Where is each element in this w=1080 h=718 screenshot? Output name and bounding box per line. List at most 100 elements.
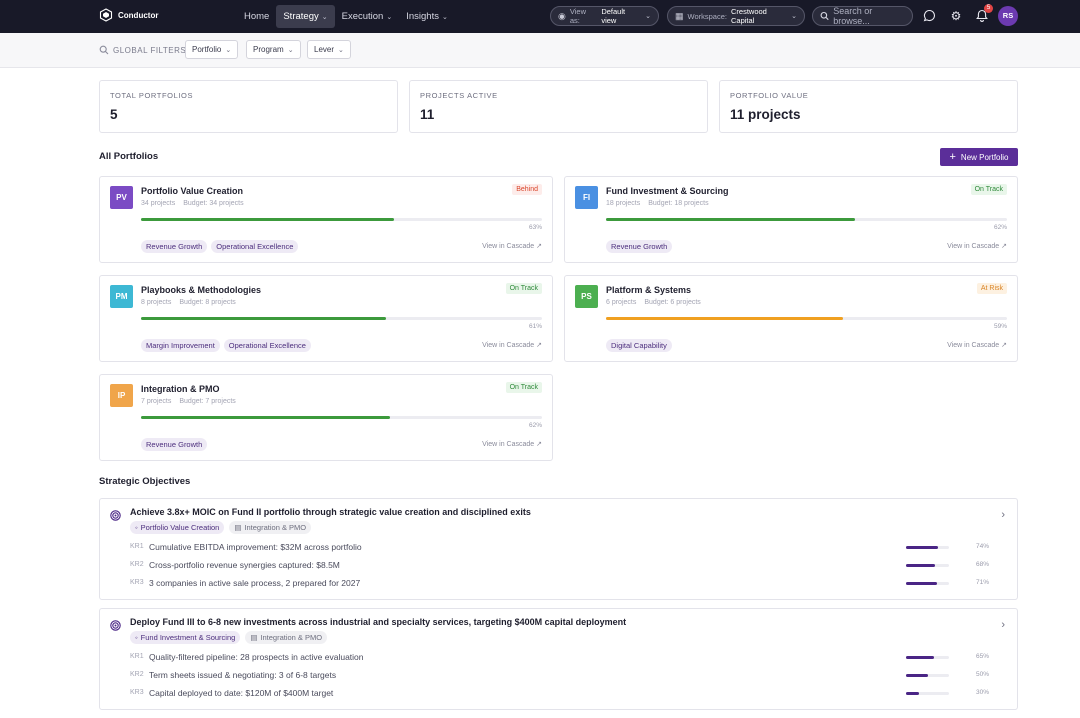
key-result-progress-fill [906,564,936,567]
brand[interactable]: Conductor [99,8,158,22]
workspace-selector[interactable]: ▦ Workspace: Crestwood Capital ⌄ [667,6,805,26]
portfolio-initials-badge: PM [110,285,133,308]
lever-tag[interactable]: Operational Excellence [211,240,299,253]
chevron-down-icon: ⌄ [441,13,448,21]
chevron-right-icon[interactable]: › [1001,619,1005,631]
progress-bar [606,317,1007,320]
workspace-label: Workspace: [687,11,727,21]
search-input[interactable]: Search or browse... [812,6,913,26]
filter-label: Portfolio [192,45,222,54]
view-in-cascade-link[interactable]: View in Cascade ↗ [947,341,1007,349]
progress-bar [141,317,542,320]
lever-tags: Revenue Growth Operational Excellence [141,240,299,253]
view-in-cascade-link[interactable]: View in Cascade ↗ [482,341,542,349]
portfolio-name[interactable]: Fund Investment & Sourcing [606,186,729,196]
lever-tag[interactable]: Revenue Growth [141,438,208,451]
objective-card[interactable]: Deploy Fund III to 6-8 new investments a… [99,608,1018,710]
lever-tag[interactable]: Margin Improvement [141,339,220,352]
filter-program[interactable]: Program ⌄ [246,40,301,59]
stat-label: PORTFOLIO VALUE [730,91,809,100]
portfolio-initials-badge: PS [575,285,598,308]
filter-lever[interactable]: Lever ⌄ [307,40,351,59]
portfolio-name[interactable]: Portfolio Value Creation [141,186,243,196]
chevron-right-icon[interactable]: › [1001,509,1005,521]
nav-execution[interactable]: Execution ⌄ [335,5,400,28]
stat-label: PROJECTS ACTIVE [420,91,498,100]
objective-tag[interactable]: ◦ Fund Investment & Sourcing [130,631,241,644]
user-avatar[interactable]: RS [998,6,1018,26]
portfolio-budget: Budget: 7 projects [179,398,236,405]
objective-tag[interactable]: ▤ Integration & PMO [245,631,328,644]
status-badge: On Track [505,283,542,294]
key-result-id: KR2 [130,561,144,568]
status-badge: At Risk [976,283,1007,294]
objective-title[interactable]: Achieve 3.8x+ MOIC on Fund II portfolio … [130,507,531,517]
view-in-cascade-label: View in Cascade [482,441,535,448]
view-in-cascade-link[interactable]: View in Cascade ↗ [482,440,542,448]
key-result-percent: 74% [976,543,990,550]
progress-percent: 63% [528,224,542,231]
document-icon: ▤ [234,523,242,532]
progress-bar-fill [141,218,394,221]
key-result-text: Quality-filtered pipeline: 28 prospects … [149,652,364,662]
objective-title[interactable]: Deploy Fund III to 6-8 new investments a… [130,617,626,627]
stat-value: 5 [110,107,118,122]
pin-icon: ◦ [135,633,138,642]
key-result-id: KR1 [130,653,144,660]
status-badge: Behind [512,184,542,195]
key-result-text: Cross-portfolio revenue synergies captur… [149,560,340,570]
objective-tag-label: Portfolio Value Creation [140,523,220,532]
portfolio-card[interactable]: PM Playbooks & Methodologies 8 projects Bud… [99,275,553,362]
status-badge: On Track [505,382,542,393]
external-link-icon: ↗ [534,243,542,250]
chat-icon[interactable] [922,9,936,23]
key-result-percent: 50% [976,671,990,678]
portfolio-card[interactable]: PV Portfolio Value Creation 34 projects Bud… [99,176,553,263]
nav-home[interactable]: Home [237,5,276,28]
portfolio-project-count: 18 projects [606,200,641,207]
objective-card[interactable]: Achieve 3.8x+ MOIC on Fund II portfolio … [99,498,1018,600]
key-result-text: Term sheets issued & negotiating: 3 of 6… [149,670,337,680]
objective-tag[interactable]: ◦ Portfolio Value Creation [130,521,225,534]
chevron-down-icon: ⌄ [321,13,328,21]
lever-tag[interactable]: Revenue Growth [141,240,208,253]
key-result-row: KR3 3 companies in active sale process, 2… [130,578,1010,590]
key-result-progress-fill [906,656,934,659]
global-filter-bar: GLOBAL FILTERS Portfolio ⌄ Program ⌄ Lever… [0,33,1080,68]
nav-insights[interactable]: Insights ⌄ [399,5,455,28]
key-result-text: Capital deployed to date: $120M of $400M… [149,688,334,698]
portfolio-card[interactable]: PS Platform & Systems 6 projects Budget: 6 … [564,275,1018,362]
portfolio-project-count: 34 projects [141,200,176,207]
top-nav: Conductor Home Strategy ⌄ Execution ⌄ Insi… [0,0,1080,33]
key-result-id: KR3 [130,689,144,696]
objective-tag[interactable]: ▤ Integration & PMO [229,521,312,534]
lever-tag[interactable]: Operational Excellence [223,339,311,352]
view-in-cascade-link[interactable]: View in Cascade ↗ [947,242,1007,250]
gear-icon[interactable]: ⚙ [949,9,963,23]
portfolio-budget: Budget: 6 projects [644,299,701,306]
progress-bar-fill [606,218,855,221]
lever-tag[interactable]: Revenue Growth [606,240,673,253]
view-as-selector[interactable]: ◉ View as: Default view ⌄ [550,6,659,26]
portfolio-card[interactable]: FI Fund Investment & Sourcing 18 projects B… [564,176,1018,263]
nav-strategy[interactable]: Strategy ⌄ [276,5,335,28]
key-result-row: KR1 Quality-filtered pipeline: 28 prospec… [130,652,1010,664]
key-result-progress-bar [906,656,949,659]
lever-tags: Revenue Growth [606,240,673,253]
progress-bar-fill [141,416,390,419]
portfolio-name[interactable]: Platform & Systems [606,285,691,295]
external-link-icon: ↗ [534,342,542,349]
key-result-progress-bar [906,692,949,695]
external-link-icon: ↗ [534,441,542,448]
view-in-cascade-link[interactable]: View in Cascade ↗ [482,242,542,250]
progress-bar [141,416,542,419]
lever-tag[interactable]: Digital Capability [606,339,672,352]
portfolio-name[interactable]: Playbooks & Methodologies [141,285,261,295]
portfolio-card[interactable]: IP Integration & PMO 7 projects Budget: 7 p… [99,374,553,461]
chevron-down-icon: ⌄ [645,13,651,20]
new-portfolio-button[interactable]: + New Portfolio [940,148,1018,166]
filter-portfolio[interactable]: Portfolio ⌄ [185,40,239,59]
portfolio-project-count: 7 projects [141,398,172,405]
key-result-percent: 30% [976,689,990,696]
portfolio-name[interactable]: Integration & PMO [141,384,220,394]
